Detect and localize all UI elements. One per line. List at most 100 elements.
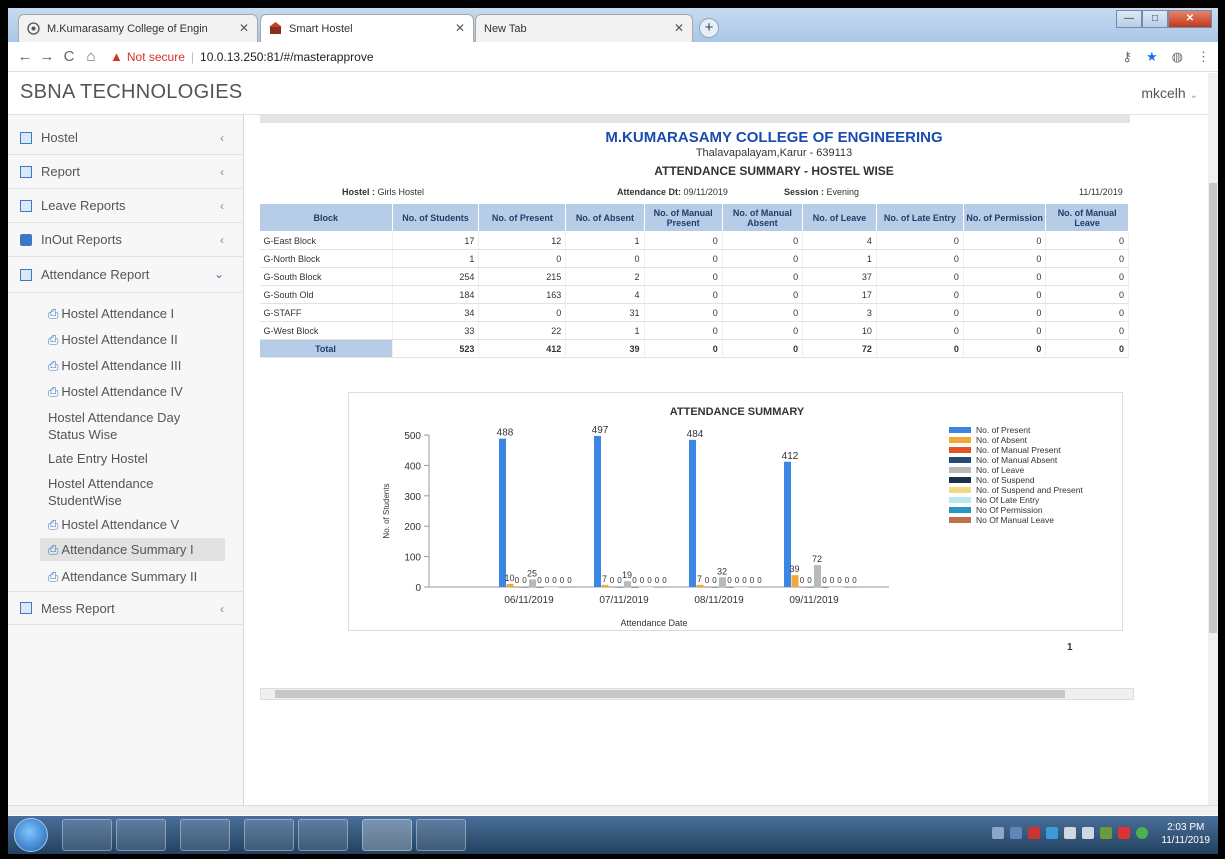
url-input[interactable]: 10.0.13.250:81/#/masterapprove (200, 50, 373, 64)
report-title: ATTENDANCE SUMMARY - HOSTEL WISE (654, 164, 894, 178)
sidebar-subitem-student-wise[interactable]: Hostel Attendance StudentWise (48, 475, 198, 509)
data-label: 0 (537, 576, 542, 585)
sidebar-subitem-hostel-attendance-2[interactable]: ⎙ Hostel Attendance II (48, 331, 218, 348)
maximize-button[interactable]: □ (1142, 10, 1168, 28)
tray-icon[interactable] (1100, 827, 1112, 839)
horizontal-scrollbar[interactable] (260, 688, 1134, 700)
table-header-row: Block No. of Students No. of Present No.… (259, 203, 1129, 232)
sidebar-item-attendance-report[interactable]: Attendance Report ⌄ (8, 257, 244, 293)
bar (609, 587, 616, 588)
sidebar-item-mess-report[interactable]: Mess Report ‹ (8, 591, 244, 625)
bar (749, 587, 756, 588)
scrollbar-thumb[interactable] (1209, 183, 1217, 633)
key-icon[interactable]: ⚷ (1122, 49, 1132, 65)
network-icon[interactable] (1082, 827, 1094, 839)
column-header: Block (259, 203, 393, 232)
tray-icon[interactable] (1046, 827, 1058, 839)
value-cell: 0 (876, 249, 964, 268)
bookmark-star-icon[interactable]: ★ (1146, 49, 1158, 65)
sidebar-subitem-late-entry[interactable]: Late Entry Hostel (48, 450, 218, 467)
new-tab-button[interactable]: + (699, 18, 719, 38)
value-cell: 0 (722, 321, 804, 340)
start-button[interactable] (14, 818, 48, 852)
ie-taskbar-icon[interactable] (298, 819, 348, 851)
report-toolbar[interactable] (260, 115, 1130, 123)
sidebar-subitem-hostel-attendance-3[interactable]: ⎙ Hostel Attendance III (48, 357, 218, 374)
tray-icon[interactable] (1028, 827, 1040, 839)
chrome-taskbar-icon[interactable] (362, 819, 412, 851)
date-meta: Attendance Dt: 09/11/2019 (617, 187, 728, 197)
table-row: G-South Block 254 215 2 0 0 37 0 0 0 (259, 267, 1129, 286)
bar (719, 577, 726, 587)
tab-new-tab[interactable]: New Tab ✕ (475, 14, 693, 42)
bar (521, 587, 529, 588)
volume-icon[interactable] (1064, 827, 1076, 839)
close-window-button[interactable]: ✕ (1168, 10, 1212, 28)
value-cell: 72 (802, 339, 877, 358)
hostel-meta: Hostel : Girls Hostel (342, 187, 424, 197)
bar (559, 587, 566, 588)
extension-icon[interactable]: ◍ (1172, 49, 1183, 65)
sidebar-subitem-hostel-attendance-5[interactable]: ⎙ Hostel Attendance V (48, 516, 218, 533)
value-cell: 0 (876, 267, 964, 286)
legend-swatch (949, 427, 971, 433)
tray-icon[interactable] (1010, 827, 1022, 839)
brand-title[interactable]: SBNA TECHNOLOGIES (20, 81, 243, 104)
tab-label: Smart Hostel (289, 22, 353, 35)
block-cell: G-STAFF (259, 303, 393, 322)
warning-icon[interactable]: ▲ (110, 49, 123, 64)
report-icon (20, 165, 32, 178)
app-taskbar-icon[interactable] (416, 819, 466, 851)
user-menu[interactable]: mkcelh ⌄ (1141, 85, 1198, 101)
tray-icon[interactable] (1136, 827, 1148, 839)
bar (639, 587, 646, 588)
close-tab-icon[interactable]: ✕ (455, 21, 465, 35)
reload-button[interactable]: C (58, 48, 80, 65)
explorer-taskbar-icon[interactable] (116, 819, 166, 851)
forward-button[interactable]: → (36, 48, 58, 65)
minimize-button[interactable]: — (1116, 10, 1142, 28)
data-label: 0 (640, 576, 645, 585)
column-header: No. of Manual Absent (721, 203, 804, 232)
sidebar-item-report[interactable]: Report ‹ (8, 155, 244, 189)
tray-icon[interactable] (1118, 827, 1130, 839)
value-cell: 0 (644, 267, 723, 286)
outlook-taskbar-icon[interactable] (62, 819, 112, 851)
y-tick-label: 0 (415, 583, 421, 594)
back-button[interactable]: ← (14, 48, 36, 65)
sidebar-item-leave-reports[interactable]: Leave Reports ‹ (8, 189, 244, 223)
taskbar-clock[interactable]: 2:03 PM 11/11/2019 (1161, 821, 1210, 847)
excel-taskbar-icon[interactable] (180, 819, 230, 851)
data-label: 0 (712, 576, 717, 585)
scrollbar-thumb[interactable] (275, 690, 1065, 698)
sidebar-subitem-hostel-attendance-1[interactable]: ⎙ Hostel Attendance I (48, 305, 218, 322)
page-horizontal-scrollbar[interactable] (8, 805, 1218, 815)
legend-swatch (949, 517, 971, 523)
subitem-label: Hostel Attendance StudentWise (48, 476, 154, 508)
value-cell: 215 (478, 267, 567, 286)
sidebar-item-inout-reports[interactable]: InOut Reports ‹ (8, 223, 244, 257)
tab-college[interactable]: M.Kumarasamy College of Engin ✕ (18, 14, 258, 42)
home-button[interactable]: ⌂ (80, 48, 102, 65)
close-tab-icon[interactable]: ✕ (674, 21, 684, 35)
security-status[interactable]: Not secure (127, 50, 185, 64)
tab-smart-hostel[interactable]: Smart Hostel ✕ (260, 14, 474, 42)
sidebar-item-hostel[interactable]: Hostel ‹ (8, 121, 244, 155)
bar (756, 587, 764, 588)
sidebar-subitem-hostel-attendance-4[interactable]: ⎙ Hostel Attendance IV (48, 383, 218, 400)
word-taskbar-icon[interactable] (244, 819, 294, 851)
sidebar-subitem-day-status-wise[interactable]: Hostel Attendance Day Status Wise (48, 409, 208, 443)
bar (529, 579, 536, 587)
y-tick-label: 400 (404, 461, 421, 472)
print-icon: ⎙ (48, 569, 59, 584)
legend-label: No. of Suspend (976, 475, 1035, 485)
sidebar-item-label: Report (41, 164, 81, 179)
close-tab-icon[interactable]: ✕ (239, 21, 249, 35)
sidebar-subitem-attendance-summary-1[interactable]: ⎙ Attendance Summary I (40, 538, 225, 561)
data-label: 497 (592, 425, 609, 436)
vertical-scrollbar[interactable] (1208, 73, 1218, 813)
menu-icon[interactable]: ⋮ (1197, 49, 1210, 65)
value-cell: 0 (876, 321, 964, 340)
tray-icon[interactable] (992, 827, 1004, 839)
sidebar-subitem-attendance-summary-2[interactable]: ⎙ Attendance Summary II (48, 568, 218, 585)
